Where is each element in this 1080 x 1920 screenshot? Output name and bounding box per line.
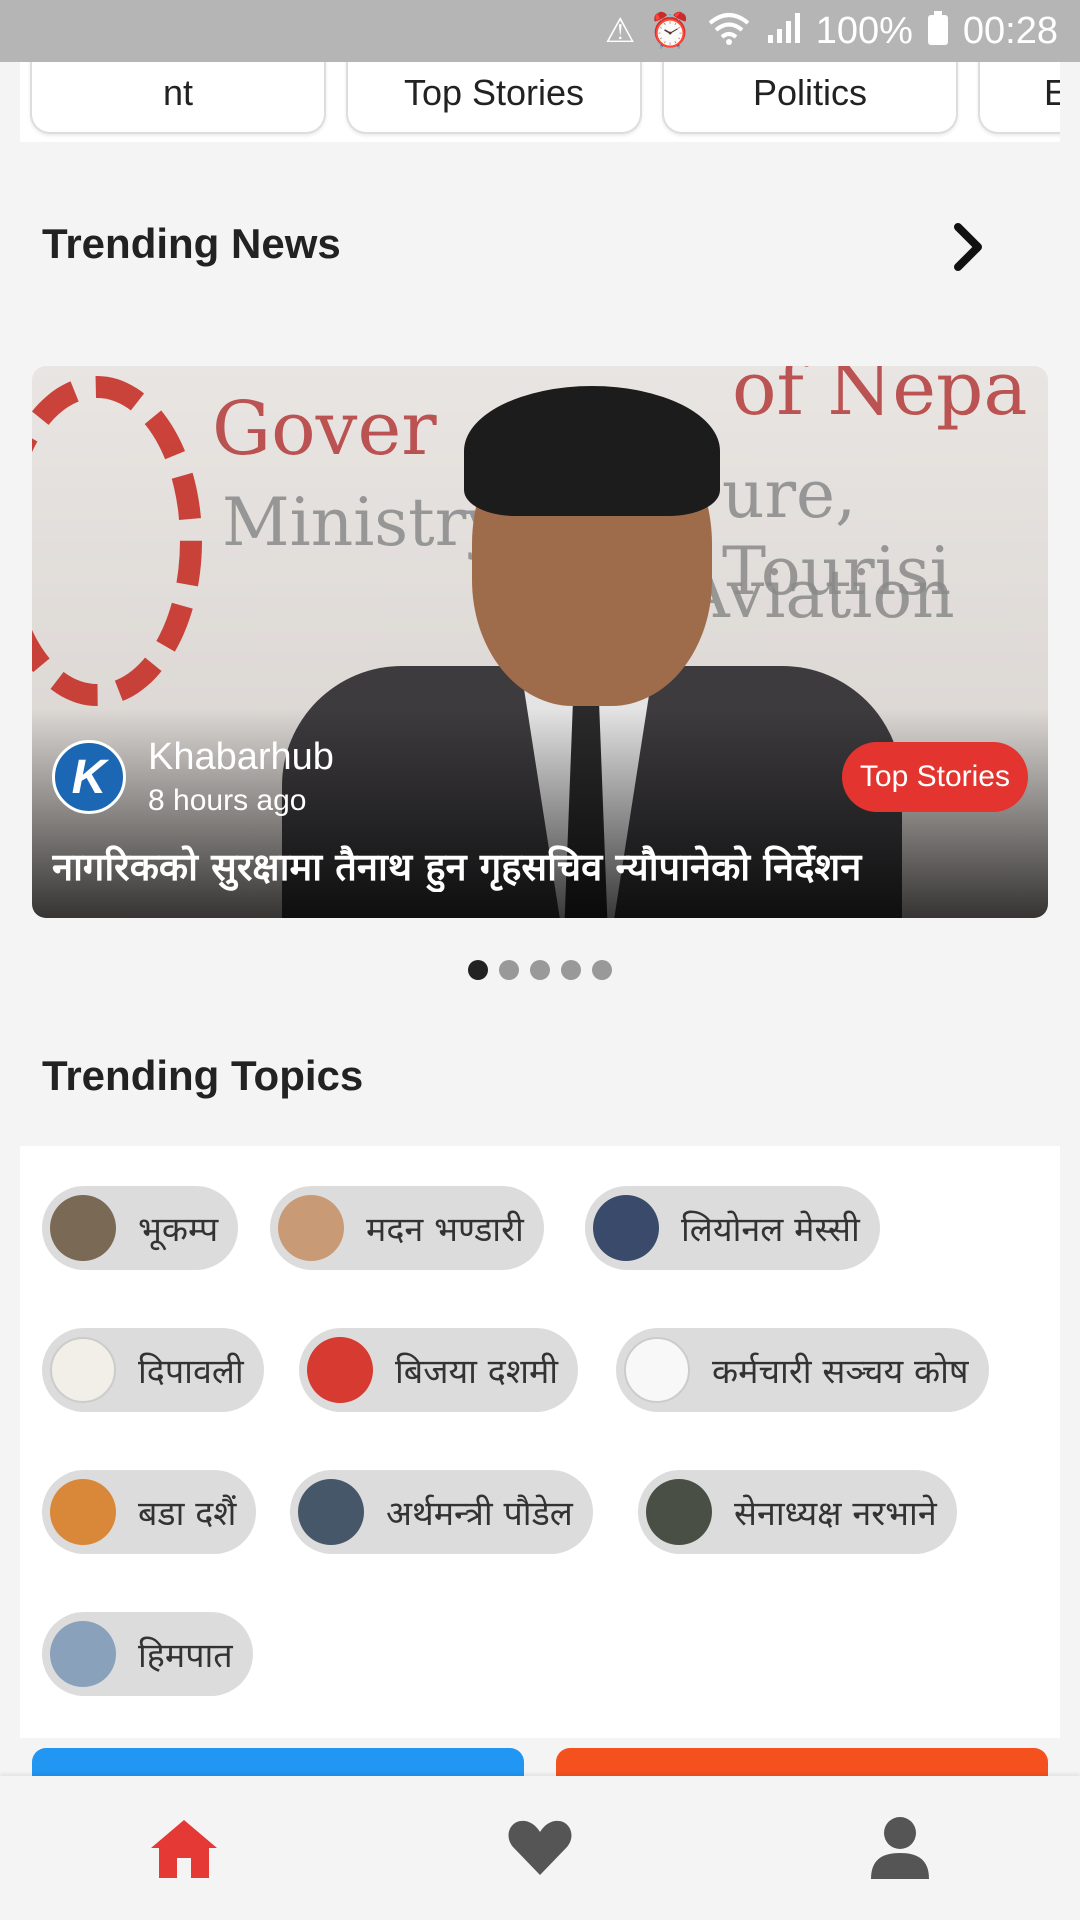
battery-icon <box>927 11 949 51</box>
photo-backdrop-text: Gover <box>212 386 437 472</box>
tab-top-stories[interactable]: Top Stories <box>346 62 642 134</box>
carousel-dot[interactable] <box>561 960 581 980</box>
chevron-right-icon[interactable] <box>948 222 988 272</box>
carousel-dot[interactable] <box>530 960 550 980</box>
home-icon <box>151 1820 217 1878</box>
topic-avatar <box>593 1195 659 1261</box>
nav-favorites[interactable] <box>500 1812 580 1884</box>
topic-avatar <box>50 1195 116 1261</box>
trending-news-title: Trending News <box>42 220 341 267</box>
topic-avatar <box>278 1195 344 1261</box>
topic-avatar <box>50 1621 116 1687</box>
topic-chip[interactable]: हिमपात <box>42 1612 253 1696</box>
topic-chip[interactable]: लियोनल मेस्सी <box>585 1186 880 1270</box>
news-time: 8 hours ago <box>148 784 307 817</box>
trending-topics-title: Trending Topics <box>42 1052 364 1099</box>
topic-label: हिमपात <box>138 1636 233 1676</box>
news-headline[interactable]: नागरिकको सुरक्षामा तैनाथ हुन गृहसचिव न्य… <box>52 840 1028 892</box>
tab-category-partial-left[interactable]: nt <box>30 62 326 134</box>
category-badge[interactable]: Top Stories <box>841 742 1028 812</box>
nav-profile[interactable] <box>860 1812 940 1884</box>
topic-chip[interactable]: सेनाध्यक्ष नरभाने <box>638 1470 957 1554</box>
source-logo-icon: K <box>52 740 126 814</box>
topic-chip[interactable]: भूकम्प <box>42 1186 239 1270</box>
photo-backdrop-text: Aviation <box>682 556 955 633</box>
topic-chip[interactable]: अर्थमन्त्री पौडेल <box>290 1470 593 1554</box>
nepal-emblem-image <box>32 376 202 706</box>
topic-chip[interactable]: बडा दशैं <box>42 1470 257 1554</box>
topic-label: बिजया दशमी <box>395 1352 559 1392</box>
topic-chip[interactable]: दिपावली <box>42 1328 264 1412</box>
photo-backdrop-text: Ministry <box>222 484 504 561</box>
carousel-indicator <box>0 960 1080 980</box>
news-photo-hair <box>464 386 720 516</box>
topic-chip[interactable]: कर्मचारी सञ्चय कोष <box>616 1328 989 1412</box>
photo-backdrop-text: of Nepa <box>732 366 1028 432</box>
topic-chip[interactable]: बिजया दशमी <box>299 1328 579 1412</box>
nav-home[interactable] <box>144 1812 224 1884</box>
profile-icon <box>871 1817 929 1879</box>
signal-icon <box>766 11 802 51</box>
topic-avatar <box>50 1337 116 1403</box>
alarm-icon: ⏰ <box>649 12 692 50</box>
topic-label: दिपावली <box>138 1352 244 1392</box>
tab-category-partial-right[interactable]: E <box>978 62 1060 134</box>
topic-label: सेनाध्यक्ष नरभाने <box>734 1494 937 1534</box>
news-source: Khabarhub <box>148 736 334 778</box>
topic-label: भूकम्प <box>138 1210 219 1250</box>
trending-topics-panel: भूकम्प मदन भण्डारी लियोनल मेस्सी दिपावली… <box>20 1146 1060 1738</box>
carousel-dot[interactable] <box>592 960 612 980</box>
topic-avatar <box>298 1479 364 1545</box>
topic-avatar <box>307 1337 373 1403</box>
battery-percent: 100% <box>815 9 913 52</box>
trending-news-card[interactable]: Gover of Nepa Ministry ure, Tourisi Avia… <box>32 366 1048 918</box>
carousel-dot[interactable] <box>499 960 519 980</box>
topic-label: कर्मचारी सञ्चय कोष <box>712 1352 969 1392</box>
topic-chip[interactable]: मदन भण्डारी <box>270 1186 544 1270</box>
status-bar: ⚠ ⏰ 100% 00:28 <box>0 0 1080 62</box>
topic-avatar <box>624 1337 690 1403</box>
topic-label: मदन भण्डारी <box>366 1210 524 1250</box>
topic-label: अर्थमन्त्री पौडेल <box>386 1494 573 1534</box>
topic-avatar <box>646 1479 712 1545</box>
data-saver-icon: ⚠ <box>604 12 636 50</box>
bottom-navigation <box>0 1776 1080 1920</box>
topic-label: बडा दशैं <box>138 1494 237 1534</box>
tab-politics[interactable]: Politics <box>662 62 958 134</box>
carousel-dot[interactable] <box>468 960 488 980</box>
category-tabs: nt Top Stories Politics E <box>20 62 1060 142</box>
wifi-icon <box>706 11 752 51</box>
clock: 00:28 <box>962 9 1058 52</box>
topic-avatar <box>50 1479 116 1545</box>
topic-label: लियोनल मेस्सी <box>681 1210 860 1250</box>
heart-icon <box>508 1820 572 1875</box>
